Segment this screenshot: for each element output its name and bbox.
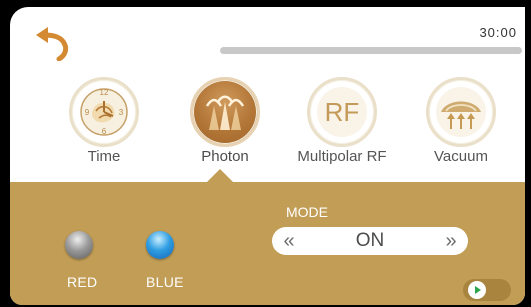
photon-icon bbox=[205, 95, 245, 130]
device-frame: 30:00 12 3 6 9 Time Photon RF Multipolar… bbox=[0, 0, 531, 307]
active-tab-pointer bbox=[206, 169, 234, 183]
tab-time-label: Time bbox=[87, 148, 121, 165]
tab-photon-circle bbox=[190, 77, 260, 147]
rf-icon: RF bbox=[317, 87, 367, 137]
mode-title: MODE bbox=[286, 204, 328, 220]
mode-prev-button[interactable]: « bbox=[272, 227, 306, 255]
mode-next-button[interactable]: » bbox=[434, 227, 468, 255]
tab-rf-circle: RF bbox=[307, 77, 377, 147]
mode-selector: « ON » bbox=[272, 227, 468, 255]
tab-time-circle: 12 3 6 9 bbox=[69, 77, 139, 147]
rf-icon-text: RF bbox=[325, 97, 360, 127]
play-icon bbox=[468, 281, 486, 299]
svg-text:3: 3 bbox=[119, 108, 124, 117]
clock-icon: 12 3 6 9 bbox=[80, 88, 128, 136]
tab-photon[interactable]: Photon bbox=[177, 77, 273, 173]
progress-bar bbox=[220, 47, 522, 54]
tab-multipolar-rf-label: Multipolar RF bbox=[297, 148, 387, 165]
mode-value: ON bbox=[355, 230, 385, 251]
red-light-label: RED bbox=[67, 274, 98, 290]
tab-time[interactable]: 12 3 6 9 Time bbox=[56, 77, 152, 173]
play-toggle[interactable] bbox=[463, 279, 511, 301]
tab-photon-label: Photon bbox=[201, 148, 249, 165]
svg-text:12: 12 bbox=[100, 88, 109, 97]
back-arrow-icon bbox=[36, 27, 69, 62]
tab-multipolar-rf[interactable]: RF Multipolar RF bbox=[294, 77, 390, 173]
svg-text:9: 9 bbox=[85, 108, 90, 117]
blue-light-button[interactable] bbox=[146, 231, 174, 259]
tab-vacuum[interactable]: Vacuum bbox=[413, 77, 509, 173]
blue-light-label: BLUE bbox=[146, 274, 184, 290]
tab-vacuum-circle bbox=[426, 77, 496, 147]
svg-text:6: 6 bbox=[102, 127, 107, 136]
tab-vacuum-label: Vacuum bbox=[434, 148, 488, 165]
photon-control-panel: RED BLUE MODE « ON » bbox=[10, 182, 525, 305]
screen: 30:00 12 3 6 9 Time Photon RF Multipolar… bbox=[10, 7, 525, 305]
timer-text: 30:00 bbox=[479, 25, 517, 40]
vacuum-icon bbox=[436, 87, 486, 137]
back-button[interactable] bbox=[32, 25, 76, 62]
red-light-button[interactable] bbox=[65, 231, 93, 259]
